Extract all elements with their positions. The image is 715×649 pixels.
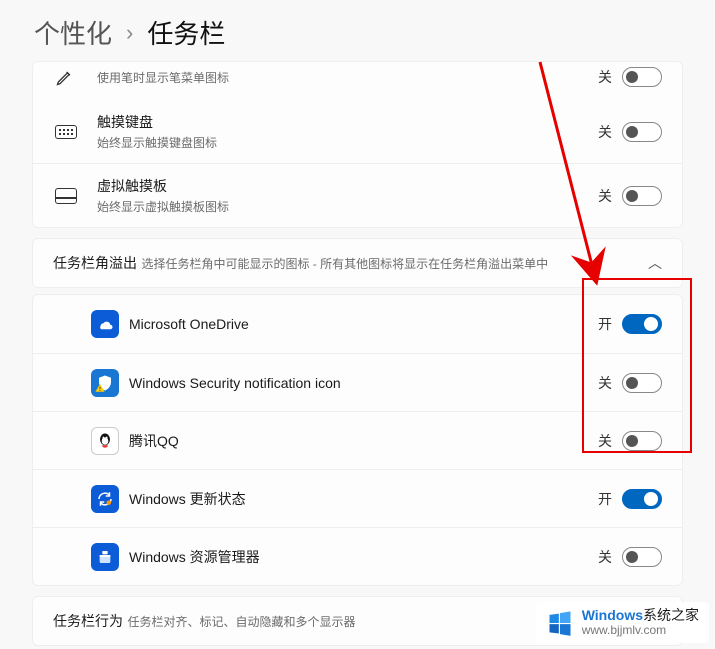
row-explorer[interactable]: Windows 资源管理器关 <box>33 527 682 585</box>
behaviors-section-desc: 任务栏对齐、标记、自动隐藏和多个显示器 <box>127 615 355 629</box>
row-virtual-touchpad-desc: 始终显示虚拟触摸板图标 <box>97 198 596 215</box>
row-winsec-label: Windows Security notification icon <box>129 375 596 391</box>
breadcrumb-current: 任务栏 <box>147 14 225 51</box>
row-winsec-status: 关 <box>596 373 612 393</box>
row-touch-keyboard-toggle[interactable] <box>622 122 662 142</box>
row-qq-label: 腾讯QQ <box>129 431 596 451</box>
overflow-section-title: 任务栏角溢出 <box>53 255 137 271</box>
row-winupdate-toggle[interactable] <box>622 489 662 509</box>
row-explorer-label: Windows 资源管理器 <box>129 547 596 567</box>
row-explorer-toggle[interactable] <box>622 547 662 567</box>
row-touch-keyboard-desc: 始终显示触摸键盘图标 <box>97 134 596 151</box>
overflow-items-panel: Microsoft OneDrive开Windows Security noti… <box>32 294 683 586</box>
row-virtual-touchpad[interactable]: 虚拟触摸板始终显示虚拟触摸板图标关 <box>33 163 682 227</box>
row-onedrive-toggle[interactable] <box>622 314 662 334</box>
breadcrumb-parent[interactable]: 个性化 <box>34 14 112 51</box>
row-qq-status: 关 <box>596 431 612 451</box>
watermark-brand: Windows系统之家 <box>582 608 699 623</box>
breadcrumb: 个性化 › 任务栏 <box>0 0 715 65</box>
row-touch-keyboard-status: 关 <box>596 122 612 142</box>
row-virtual-touchpad-status: 关 <box>596 186 612 206</box>
overflow-section-desc: 选择任务栏角中可能显示的图标 - 所有其他图标将显示在任务栏角溢出菜单中 <box>141 257 548 271</box>
row-winupdate-label: Windows 更新状态 <box>129 489 596 509</box>
row-pen-toggle[interactable] <box>622 67 662 87</box>
row-winsec[interactable]: Windows Security notification icon关 <box>33 353 682 411</box>
watermark: Windows系统之家 www.bjjmlv.com <box>536 602 709 643</box>
explorer-app-icon <box>89 543 129 571</box>
keyboard-icon <box>53 125 97 139</box>
row-onedrive-label: Microsoft OneDrive <box>129 316 596 332</box>
onedrive-app-icon <box>89 310 129 338</box>
breadcrumb-separator: › <box>126 20 133 46</box>
winsec-app-icon <box>89 369 129 397</box>
row-winupdate-status: 开 <box>596 489 612 509</box>
overflow-section-header[interactable]: 任务栏角溢出 选择任务栏角中可能显示的图标 - 所有其他图标将显示在任务栏角溢出… <box>32 238 683 288</box>
touchpad-icon <box>53 188 97 204</box>
row-touch-keyboard-title: 触摸键盘 <box>97 112 596 132</box>
row-pen-menu[interactable]: 使用笔时显示笔菜单图标 关 <box>33 62 682 100</box>
row-winupdate[interactable]: Windows 更新状态开 <box>33 469 682 527</box>
watermark-url: www.bjjmlv.com <box>582 624 699 637</box>
corner-icons-panel: 使用笔时显示笔菜单图标 关 触摸键盘始终显示触摸键盘图标关虚拟触摸板始终显示虚拟… <box>32 61 683 228</box>
row-onedrive-status: 开 <box>596 314 612 334</box>
row-pen-status: 关 <box>596 67 612 87</box>
row-qq[interactable]: 腾讯QQ关 <box>33 411 682 469</box>
row-virtual-touchpad-title: 虚拟触摸板 <box>97 176 596 196</box>
windows-logo-icon <box>546 609 574 637</box>
winupdate-app-icon <box>89 485 129 513</box>
row-winsec-toggle[interactable] <box>622 373 662 393</box>
behaviors-section-title: 任务栏行为 <box>53 613 123 629</box>
chevron-up-icon: ︿ <box>648 253 662 273</box>
row-onedrive[interactable]: Microsoft OneDrive开 <box>33 295 682 353</box>
row-touch-keyboard[interactable]: 触摸键盘始终显示触摸键盘图标关 <box>33 100 682 163</box>
pen-icon <box>53 67 97 87</box>
row-qq-toggle[interactable] <box>622 431 662 451</box>
row-pen-desc: 使用笔时显示笔菜单图标 <box>97 69 596 86</box>
qq-app-icon <box>89 427 129 455</box>
row-virtual-touchpad-toggle[interactable] <box>622 186 662 206</box>
row-explorer-status: 关 <box>596 547 612 567</box>
